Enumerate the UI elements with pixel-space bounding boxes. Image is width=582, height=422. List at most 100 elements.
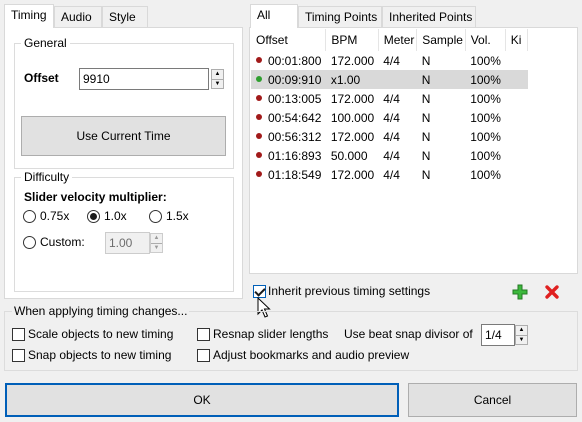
offset-input[interactable]: 9910 xyxy=(79,68,209,90)
adjust-bookmarks-checkbox[interactable] xyxy=(197,349,210,362)
point-type-dot-icon xyxy=(256,133,262,140)
radio-10x[interactable] xyxy=(87,210,100,223)
table-row[interactable]: 01:18:549 172.000 4/4 N 100% xyxy=(251,165,528,184)
bpm-cell: 172.000 xyxy=(330,53,375,68)
sample-cell: N xyxy=(421,148,431,163)
ki-cell xyxy=(505,127,527,146)
resnap-sliders-checkbox[interactable] xyxy=(197,328,210,341)
custom-multiplier-input[interactable]: 1.00 xyxy=(105,232,150,254)
snap-objects-checkbox[interactable] xyxy=(12,349,25,362)
offset-text: 01:18:549 xyxy=(268,167,322,182)
tab-timing-points[interactable]: Timing Points xyxy=(298,6,382,28)
meter-cell: 4/4 xyxy=(383,110,400,125)
offset-cell: 00:56:312 xyxy=(251,127,326,146)
meter-cell xyxy=(378,70,417,89)
ki-cell xyxy=(505,89,527,108)
timing-points-table: Offset BPM Meter Sample Vol. Ki 00:01:80… xyxy=(251,29,529,184)
ki-cell xyxy=(505,146,527,165)
offset-cell: 00:01:800 xyxy=(251,51,326,70)
meter-cell: 4/4 xyxy=(383,53,400,68)
delete-point-icon[interactable] xyxy=(544,284,560,300)
vol-cell: 100% xyxy=(470,129,501,144)
adjust-bookmarks-label: Adjust bookmarks and audio preview xyxy=(213,348,410,362)
point-type-dot-icon xyxy=(256,95,262,102)
radio-custom-label: Custom: xyxy=(40,235,85,249)
offset-text: 00:09:910 xyxy=(268,72,322,87)
offset-text: 00:54:642 xyxy=(268,110,322,125)
bpm-cell: 172.000 xyxy=(330,91,375,106)
tab-style[interactable]: Style xyxy=(102,6,148,28)
stepper-up-icon[interactable]: ▲ xyxy=(212,70,223,79)
offset-text: 00:56:312 xyxy=(268,129,322,144)
beat-snap-stepper[interactable]: ▲ ▼ xyxy=(515,325,528,345)
offset-label: Offset xyxy=(24,71,59,85)
stepper-up-icon[interactable]: ▲ xyxy=(151,234,162,243)
stepper-down-icon[interactable]: ▼ xyxy=(516,334,527,345)
table-row[interactable]: 00:54:642 100.000 4/4 N 100% xyxy=(251,108,528,127)
table-row[interactable]: 00:01:800 172.000 4/4 N 100% xyxy=(251,51,528,70)
resnap-sliders-label: Resnap slider lengths xyxy=(213,327,329,341)
ki-cell xyxy=(505,108,527,127)
column-header-offset[interactable]: Offset xyxy=(251,29,327,51)
point-type-dot-icon xyxy=(256,57,262,64)
scale-objects-label: Scale objects to new timing xyxy=(28,327,174,341)
stepper-up-icon[interactable]: ▲ xyxy=(516,326,527,335)
vol-cell: 100% xyxy=(470,91,501,106)
ok-button[interactable]: OK xyxy=(5,383,399,417)
radio-custom[interactable] xyxy=(23,236,36,249)
table-row[interactable]: 01:16:893 50.000 4/4 N 100% xyxy=(251,146,528,165)
offset-stepper[interactable]: ▲ ▼ xyxy=(211,69,224,89)
point-type-dot-icon xyxy=(256,152,262,159)
offset-text: 01:16:893 xyxy=(268,148,322,163)
tab-timing-label: Timing xyxy=(11,8,47,22)
offset-text: 00:01:800 xyxy=(268,53,322,68)
radio-075x[interactable] xyxy=(23,210,36,223)
offset-text: 00:13:005 xyxy=(268,91,322,106)
stepper-down-icon[interactable]: ▼ xyxy=(151,242,162,253)
ok-label: OK xyxy=(193,393,211,407)
offset-cell: 00:13:005 xyxy=(251,89,326,108)
cancel-label: Cancel xyxy=(473,393,512,407)
point-type-dot-icon xyxy=(256,114,262,121)
tab-inherited-points[interactable]: Inherited Points xyxy=(382,6,476,28)
radio-10x-label: 1.0x xyxy=(104,209,127,223)
use-current-time-button[interactable]: Use Current Time xyxy=(21,116,226,156)
table-row[interactable]: 00:09:910 x1.00 N 100% xyxy=(251,70,528,89)
point-type-dot-icon xyxy=(256,76,262,83)
bpm-cell: 172.000 xyxy=(330,129,375,144)
table-row[interactable]: 00:56:312 172.000 4/4 N 100% xyxy=(251,127,528,146)
column-header-sample[interactable]: Sample xyxy=(416,29,466,51)
bpm-cell: 172.000 xyxy=(330,167,375,182)
beat-snap-input[interactable]: 1/4 xyxy=(481,324,515,346)
scale-objects-checkbox[interactable] xyxy=(12,328,25,341)
offset-cell: 00:54:642 xyxy=(251,108,326,127)
timing-points-body: 00:01:800 172.000 4/4 N 100% 00:09:910 x1.00 N 1… xyxy=(251,51,528,184)
meter-cell: 4/4 xyxy=(383,148,400,163)
bpm-cell: 50.000 xyxy=(330,148,368,163)
sample-cell: N xyxy=(416,70,466,89)
sample-cell: N xyxy=(421,53,431,68)
offset-cell: 01:16:893 xyxy=(251,146,326,165)
radio-15x-label: 1.5x xyxy=(166,209,189,223)
column-header-meter[interactable]: Meter xyxy=(378,29,418,51)
general-title: General xyxy=(21,36,70,50)
column-header-ki[interactable]: Ki xyxy=(505,29,529,51)
add-point-icon[interactable] xyxy=(512,284,528,300)
column-header-bpm[interactable]: BPM xyxy=(325,29,379,51)
tab-all[interactable]: All xyxy=(250,4,298,28)
custom-multiplier-stepper[interactable]: ▲ ▼ xyxy=(150,233,163,253)
timing-changes-title: When applying timing changes... xyxy=(12,304,190,319)
meter-cell: 4/4 xyxy=(383,167,400,182)
table-row[interactable]: 00:13:005 172.000 4/4 N 100% xyxy=(251,89,528,108)
tab-inherited-points-label: Inherited Points xyxy=(389,10,473,24)
column-header-vol[interactable]: Vol. xyxy=(465,29,506,51)
tab-timing[interactable]: Timing xyxy=(4,4,54,28)
sample-cell: N xyxy=(421,167,431,182)
radio-15x[interactable] xyxy=(149,210,162,223)
tab-audio[interactable]: Audio xyxy=(54,6,102,28)
vol-cell: 100% xyxy=(465,70,506,89)
stepper-down-icon[interactable]: ▼ xyxy=(212,78,223,89)
slider-velocity-label: Slider velocity multiplier: xyxy=(24,190,167,204)
cancel-button[interactable]: Cancel xyxy=(408,383,577,417)
tab-all-label: All xyxy=(257,8,271,22)
